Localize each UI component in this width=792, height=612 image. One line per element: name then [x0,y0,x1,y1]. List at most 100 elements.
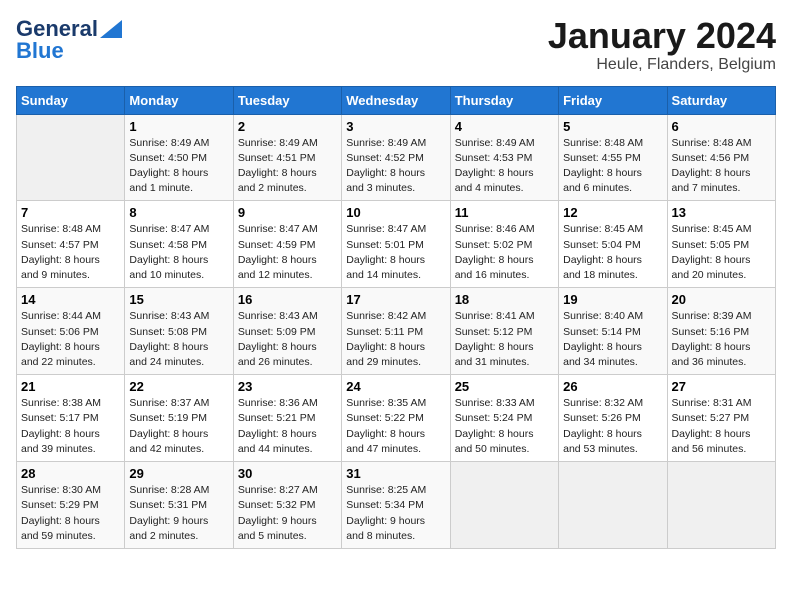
calendar-week-row: 1 Sunrise: 8:49 AM Sunset: 4:50 PM Daylig… [17,114,776,201]
calendar-cell: 27Sunrise: 8:31 AM Sunset: 5:27 PM Dayli… [667,375,775,462]
calendar-cell: 14Sunrise: 8:44 AM Sunset: 5:06 PM Dayli… [17,288,125,375]
calendar-cell: 31Sunrise: 8:25 AM Sunset: 5:34 PM Dayli… [342,462,450,549]
calendar-cell: 7Sunrise: 8:48 AM Sunset: 4:57 PM Daylig… [17,201,125,288]
calendar-cell: 13 Sunrise: 8:45 AM Sunset: 5:05 PM Dayli… [667,201,775,288]
calendar-cell: 19 Sunrise: 8:40 AM Sunset: 5:14 PM Dayli… [559,288,667,375]
day-number: 5 [563,119,662,134]
day-info: Sunrise: 8:40 AM Sunset: 5:14 PM Dayligh… [563,309,662,370]
logo-icon [100,20,122,38]
calendar-cell [667,462,775,549]
calendar-cell: 15Sunrise: 8:43 AM Sunset: 5:08 PM Dayli… [125,288,233,375]
day-number: 29 [129,466,228,481]
calendar-cell: 29 Sunrise: 8:28 AM Sunset: 5:31 PM Dayli… [125,462,233,549]
calendar-cell: 2 Sunrise: 8:49 AM Sunset: 4:51 PM Daylig… [233,114,341,201]
day-number: 17 [346,292,445,307]
day-number: 9 [238,205,337,220]
header-tuesday: Tuesday [233,86,341,114]
day-info: Sunrise: 8:49 AM Sunset: 4:52 PM Dayligh… [346,136,445,197]
day-info: Sunrise: 8:48 AM Sunset: 4:56 PM Dayligh… [672,136,771,197]
day-number: 4 [455,119,554,134]
day-number: 12 [563,205,662,220]
day-info: Sunrise: 8:47 AM Sunset: 4:59 PM Dayligh… [238,222,337,283]
calendar-cell: 21 Sunrise: 8:38 AM Sunset: 5:17 PM Dayli… [17,375,125,462]
calendar-cell: 20 Sunrise: 8:39 AM Sunset: 5:16 PM Dayli… [667,288,775,375]
day-number: 19 [563,292,662,307]
page-subtitle: Heule, Flanders, Belgium [548,56,776,74]
title-area: January 2024 Heule, Flanders, Belgium [548,16,776,74]
day-info: Sunrise: 8:43 AM Sunset: 5:09 PM Dayligh… [238,309,337,370]
calendar-cell: 30 Sunrise: 8:27 AM Sunset: 5:32 PM Dayli… [233,462,341,549]
day-number: 26 [563,379,662,394]
day-info: Sunrise: 8:43 AM Sunset: 5:08 PM Dayligh… [129,309,228,370]
day-info: Sunrise: 8:47 AM Sunset: 4:58 PM Dayligh… [129,222,228,283]
day-info: Sunrise: 8:30 AM Sunset: 5:29 PM Dayligh… [21,483,120,544]
header-saturday: Saturday [667,86,775,114]
calendar-cell: 9 Sunrise: 8:47 AM Sunset: 4:59 PM Daylig… [233,201,341,288]
calendar-cell: 17Sunrise: 8:42 AM Sunset: 5:11 PM Dayli… [342,288,450,375]
header-friday: Friday [559,86,667,114]
day-number: 8 [129,205,228,220]
day-info: Sunrise: 8:48 AM Sunset: 4:55 PM Dayligh… [563,136,662,197]
calendar-cell: 5 Sunrise: 8:48 AM Sunset: 4:55 PM Daylig… [559,114,667,201]
calendar-cell: 24Sunrise: 8:35 AM Sunset: 5:22 PM Dayli… [342,375,450,462]
calendar-cell: 3 Sunrise: 8:49 AM Sunset: 4:52 PM Daylig… [342,114,450,201]
day-info: Sunrise: 8:44 AM Sunset: 5:06 PM Dayligh… [21,309,120,370]
day-info: Sunrise: 8:32 AM Sunset: 5:26 PM Dayligh… [563,396,662,457]
day-number: 21 [21,379,120,394]
header-wednesday: Wednesday [342,86,450,114]
day-number: 20 [672,292,771,307]
day-number: 13 [672,205,771,220]
day-number: 23 [238,379,337,394]
day-number: 1 [129,119,228,134]
day-info: Sunrise: 8:41 AM Sunset: 5:12 PM Dayligh… [455,309,554,370]
day-number: 31 [346,466,445,481]
logo: General Blue [16,16,122,64]
day-number: 3 [346,119,445,134]
day-number: 25 [455,379,554,394]
day-info: Sunrise: 8:38 AM Sunset: 5:17 PM Dayligh… [21,396,120,457]
day-number: 2 [238,119,337,134]
calendar-cell: 6 Sunrise: 8:48 AM Sunset: 4:56 PM Daylig… [667,114,775,201]
calendar-cell: 25Sunrise: 8:33 AM Sunset: 5:24 PM Dayli… [450,375,558,462]
calendar-cell: 18Sunrise: 8:41 AM Sunset: 5:12 PM Dayli… [450,288,558,375]
calendar-week-row: 14Sunrise: 8:44 AM Sunset: 5:06 PM Dayli… [17,288,776,375]
calendar-header-row: SundayMondayTuesdayWednesdayThursdayFrid… [17,86,776,114]
calendar-cell: 28 Sunrise: 8:30 AM Sunset: 5:29 PM Dayli… [17,462,125,549]
day-number: 22 [129,379,228,394]
calendar-cell [450,462,558,549]
day-info: Sunrise: 8:28 AM Sunset: 5:31 PM Dayligh… [129,483,228,544]
day-info: Sunrise: 8:36 AM Sunset: 5:21 PM Dayligh… [238,396,337,457]
day-number: 28 [21,466,120,481]
calendar-cell: 8 Sunrise: 8:47 AM Sunset: 4:58 PM Daylig… [125,201,233,288]
calendar-cell: 26 Sunrise: 8:32 AM Sunset: 5:26 PM Dayli… [559,375,667,462]
day-info: Sunrise: 8:37 AM Sunset: 5:19 PM Dayligh… [129,396,228,457]
calendar-cell: 10 Sunrise: 8:47 AM Sunset: 5:01 PM Dayli… [342,201,450,288]
calendar-cell [17,114,125,201]
calendar-cell: 4Sunrise: 8:49 AM Sunset: 4:53 PM Daylig… [450,114,558,201]
calendar-cell [559,462,667,549]
day-info: Sunrise: 8:46 AM Sunset: 5:02 PM Dayligh… [455,222,554,283]
header-thursday: Thursday [450,86,558,114]
day-info: Sunrise: 8:49 AM Sunset: 4:51 PM Dayligh… [238,136,337,197]
day-number: 16 [238,292,337,307]
day-info: Sunrise: 8:39 AM Sunset: 5:16 PM Dayligh… [672,309,771,370]
day-number: 27 [672,379,771,394]
calendar-table: SundayMondayTuesdayWednesdayThursdayFrid… [16,86,776,549]
header-monday: Monday [125,86,233,114]
calendar-cell: 22 Sunrise: 8:37 AM Sunset: 5:19 PM Dayli… [125,375,233,462]
calendar-week-row: 28 Sunrise: 8:30 AM Sunset: 5:29 PM Dayli… [17,462,776,549]
day-info: Sunrise: 8:49 AM Sunset: 4:50 PM Dayligh… [129,136,228,197]
header: General Blue January 2024 Heule, Flander… [16,16,776,74]
day-info: Sunrise: 8:47 AM Sunset: 5:01 PM Dayligh… [346,222,445,283]
day-number: 10 [346,205,445,220]
day-number: 6 [672,119,771,134]
day-number: 30 [238,466,337,481]
day-info: Sunrise: 8:27 AM Sunset: 5:32 PM Dayligh… [238,483,337,544]
day-number: 7 [21,205,120,220]
calendar-week-row: 21 Sunrise: 8:38 AM Sunset: 5:17 PM Dayli… [17,375,776,462]
page-title: January 2024 [548,16,776,56]
calendar-week-row: 7Sunrise: 8:48 AM Sunset: 4:57 PM Daylig… [17,201,776,288]
calendar-cell: 16 Sunrise: 8:43 AM Sunset: 5:09 PM Dayli… [233,288,341,375]
day-info: Sunrise: 8:45 AM Sunset: 5:05 PM Dayligh… [672,222,771,283]
calendar-cell: 12Sunrise: 8:45 AM Sunset: 5:04 PM Dayli… [559,201,667,288]
